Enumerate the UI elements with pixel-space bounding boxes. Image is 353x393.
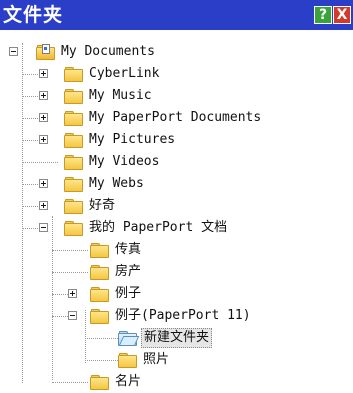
tree-connector (22, 162, 58, 163)
tree-item-real-estate[interactable]: 房产 (90, 261, 143, 283)
collapse-toggle[interactable] (9, 47, 18, 56)
tree-item-my-videos[interactable]: My Videos (64, 151, 161, 173)
my-documents-folder-icon (36, 44, 55, 60)
tree-connector (52, 272, 88, 273)
tree-connector (85, 338, 118, 339)
tree-connector (52, 250, 88, 251)
tree-item-label: 名片 (115, 374, 142, 389)
tree-item-label: CyberLink (89, 66, 160, 81)
close-icon: X (336, 7, 348, 23)
collapse-toggle[interactable] (39, 223, 48, 232)
folder-icon (90, 243, 109, 258)
tree-item-my-paperport-wendang[interactable]: 我的 PaperPort 文档 (64, 217, 229, 239)
tree-item-haoqi[interactable]: 好奇 (64, 195, 117, 217)
tree-item-label: My Music (89, 88, 152, 103)
folder-icon (64, 111, 83, 126)
tree-item-label: My Documents (61, 44, 155, 59)
tree-item-label: 好奇 (89, 198, 116, 213)
collapse-toggle[interactable] (68, 311, 77, 320)
tree-item-my-music[interactable]: My Music (64, 85, 154, 107)
tree-item-label: 我的 PaperPort 文档 (89, 220, 228, 235)
expand-toggle[interactable] (39, 113, 48, 122)
help-icon: ? (318, 7, 328, 23)
folder-icon (64, 89, 83, 104)
tree-item-photos[interactable]: 照片 (118, 349, 171, 371)
tree-item-label: My Webs (89, 176, 144, 191)
tree-item-label: My Videos (89, 154, 160, 169)
tree-item-my-pictures[interactable]: My Pictures (64, 129, 177, 151)
expand-toggle[interactable] (39, 135, 48, 144)
tree-guide-line (52, 216, 53, 380)
title-bar: 文件夹 ? X (0, 0, 353, 30)
folder-icon (64, 155, 83, 170)
window-title: 文件夹 (3, 4, 64, 26)
tree-item-cyberlink[interactable]: CyberLink (64, 63, 161, 85)
folder-icon (90, 265, 109, 280)
folder-icon (64, 67, 83, 82)
tree-item-examples[interactable]: 例子 (90, 283, 143, 305)
tree-item-my-webs[interactable]: My Webs (64, 173, 146, 195)
tree-guide-line (85, 310, 86, 363)
open-folder-icon (118, 331, 140, 346)
tree-item-label: 传真 (115, 242, 142, 257)
tree-connector (52, 382, 88, 383)
tree-item-new-folder[interactable]: 新建文件夹 (118, 327, 213, 349)
tree-item-label: 房产 (115, 264, 142, 279)
expand-toggle[interactable] (68, 289, 77, 298)
expand-toggle[interactable] (39, 69, 48, 78)
folder-icon (90, 309, 109, 324)
tree-item-my-documents[interactable]: My Documents (36, 41, 157, 63)
help-button[interactable]: ? (314, 6, 332, 24)
folder-tree[interactable]: My Documents CyberLink My Music My Paper… (0, 30, 353, 390)
folder-icon (64, 199, 83, 214)
close-button[interactable]: X (333, 6, 351, 24)
tree-item-my-paperport-documents[interactable]: My PaperPort Documents (64, 107, 263, 129)
tree-item-fax[interactable]: 传真 (90, 239, 143, 261)
tree-item-label: My Pictures (89, 132, 176, 147)
tree-item-label: 照片 (143, 352, 170, 367)
expand-toggle[interactable] (39, 91, 48, 100)
tree-item-label: 新建文件夹 (141, 328, 213, 348)
folder-icon (90, 375, 109, 390)
tree-item-label: 例子(PaperPort 11) (115, 308, 251, 323)
folder-icon (64, 133, 83, 148)
tree-item-label: 例子 (115, 286, 142, 301)
folder-icon (64, 177, 83, 192)
expand-toggle[interactable] (39, 179, 48, 188)
tree-item-label: My PaperPort Documents (89, 110, 262, 125)
tree-item-examples-paperport-11[interactable]: 例子(PaperPort 11) (90, 305, 253, 327)
expand-toggle[interactable] (39, 201, 48, 210)
tree-connector (85, 360, 118, 361)
folder-icon (64, 221, 83, 236)
folder-icon (118, 353, 137, 368)
tree-guide-line (22, 43, 23, 383)
folder-icon (90, 287, 109, 302)
